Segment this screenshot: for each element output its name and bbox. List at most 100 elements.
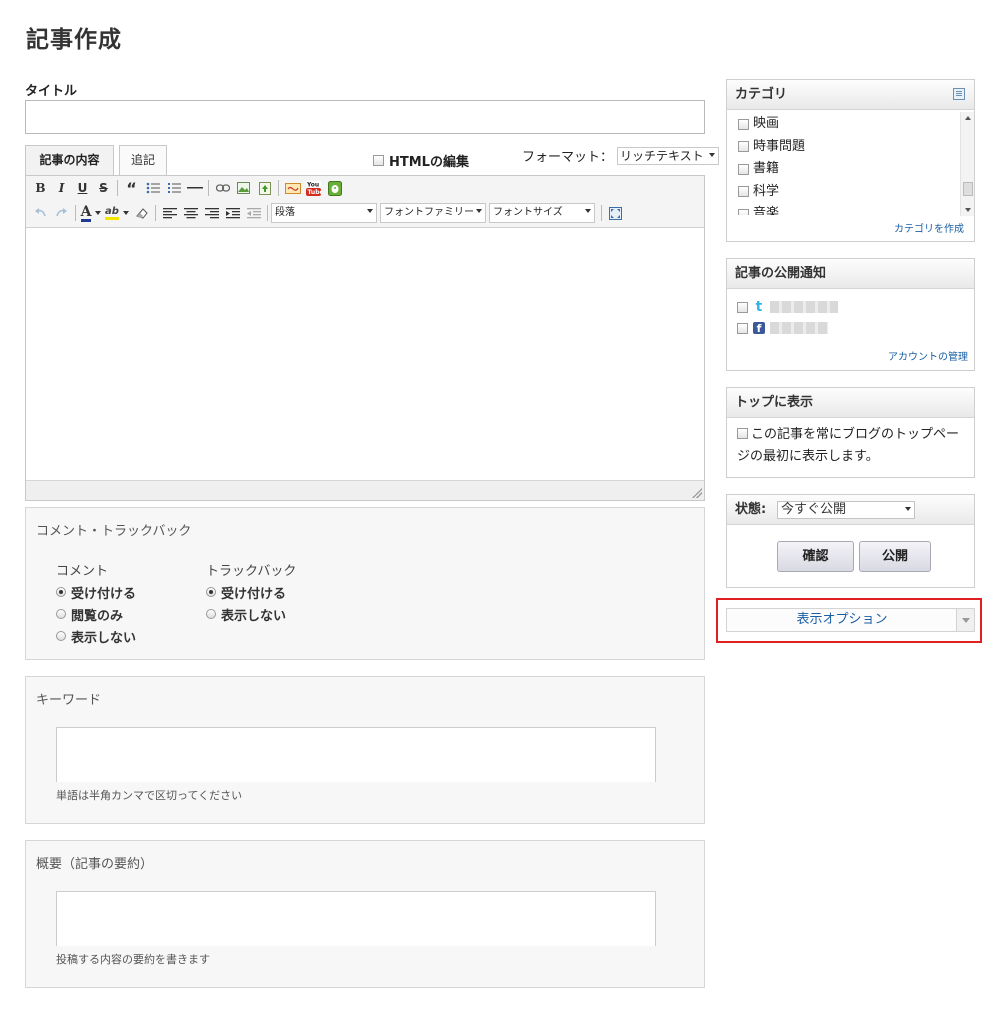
display-options-button[interactable]: 表示オプション <box>726 608 975 632</box>
tab-append[interactable]: 追記 <box>119 145 167 175</box>
category-checkbox[interactable] <box>738 208 749 215</box>
toolbar-row-1: B I U S “ You Tub <box>30 176 345 200</box>
category-item[interactable]: 音楽 <box>738 203 805 215</box>
align-left-icon <box>162 207 177 218</box>
facebook-checkbox[interactable] <box>737 322 748 334</box>
outdent-button[interactable] <box>243 203 264 223</box>
youtube-button[interactable]: YouTube <box>303 178 324 198</box>
category-list: 映画 時事問題 書籍 科学 音楽 <box>738 113 805 215</box>
scroll-thumb[interactable] <box>963 182 973 196</box>
html-edit-checkbox[interactable] <box>373 155 384 166</box>
clear-format-button[interactable] <box>131 203 152 223</box>
text-color-button[interactable]: A <box>79 203 93 223</box>
chevron-down-icon[interactable] <box>956 609 974 631</box>
category-checkbox[interactable] <box>738 141 749 153</box>
comment-option-hide[interactable]: 表示しない <box>56 625 136 647</box>
highlight-color-button[interactable]: ab <box>103 203 121 223</box>
radio-selected-icon[interactable] <box>56 587 66 597</box>
editor-content-area[interactable] <box>26 229 704 481</box>
resize-handle-icon[interactable] <box>692 488 702 498</box>
category-label: 科学 <box>753 183 780 199</box>
publish-notify-panel: 記事の公開通知 t f アカウントの管理 <box>726 258 975 371</box>
comment-option-accept[interactable]: 受け付ける <box>56 581 136 603</box>
underline-button[interactable]: U <box>72 178 93 198</box>
paragraph-select[interactable]: 段落 <box>271 203 377 223</box>
html-edit-label: HTMLの編集 <box>389 155 469 170</box>
create-category-link[interactable]: カテゴリを作成 <box>894 220 964 235</box>
trackback-option-label: 表示しない <box>221 608 287 624</box>
category-item[interactable]: 映画 <box>738 113 805 136</box>
manage-account-link[interactable]: アカウントの管理 <box>888 348 968 363</box>
fullscreen-icon <box>609 206 622 220</box>
confirm-button[interactable]: 確認 <box>777 541 854 572</box>
font-size-value: フォントサイズ <box>493 207 563 218</box>
category-item[interactable]: 科学 <box>738 181 805 204</box>
title-input[interactable] <box>25 100 705 134</box>
radio-icon[interactable] <box>56 609 66 619</box>
comment-option-view-only[interactable]: 閲覧のみ <box>56 603 136 625</box>
tab-article-content[interactable]: 記事の内容 <box>25 145 114 176</box>
toolbar-divider <box>75 205 76 221</box>
link-button[interactable] <box>212 178 233 198</box>
italic-button[interactable]: I <box>51 178 72 198</box>
category-checkbox[interactable] <box>738 163 749 175</box>
chevron-down-icon <box>905 507 911 511</box>
facebook-account-row[interactable]: f <box>737 322 828 335</box>
align-left-button[interactable] <box>159 203 180 223</box>
fullscreen-button[interactable] <box>605 203 626 223</box>
upload-button[interactable] <box>254 178 275 198</box>
state-select[interactable]: 今すぐ公開 <box>777 501 915 519</box>
bold-button[interactable]: B <box>30 178 51 198</box>
align-right-icon <box>204 207 219 218</box>
category-item[interactable]: 時事問題 <box>738 136 805 159</box>
format-select[interactable]: リッチテキスト <box>617 146 720 165</box>
blockquote-button[interactable]: “ <box>121 178 142 198</box>
bullet-list-button[interactable] <box>142 178 163 198</box>
numbered-list-icon <box>167 183 181 193</box>
align-right-button[interactable] <box>201 203 222 223</box>
top-display-title: トップに表示 <box>735 395 814 410</box>
html-edit-toggle[interactable]: HTMLの編集 <box>373 151 469 170</box>
radio-icon[interactable] <box>56 631 66 641</box>
summary-input[interactable] <box>56 891 656 946</box>
font-family-select[interactable]: フォントファミリー <box>380 203 486 223</box>
text-color-dropdown[interactable] <box>93 203 103 223</box>
indent-button[interactable] <box>222 203 243 223</box>
trackback-options-title: トラックバック <box>206 564 297 579</box>
scroll-down-icon[interactable] <box>965 208 971 212</box>
emoji-button[interactable] <box>282 178 303 198</box>
top-display-option[interactable]: この記事を常にブログのトップページの最初に表示します。 <box>737 424 969 468</box>
trackback-option-hide[interactable]: 表示しない <box>206 603 296 625</box>
evernote-icon <box>327 180 342 196</box>
list-icon[interactable] <box>953 88 965 100</box>
keyword-input[interactable] <box>56 727 656 782</box>
highlight-color-dropdown[interactable] <box>121 203 131 223</box>
image-button[interactable] <box>233 178 254 198</box>
evernote-button[interactable] <box>324 178 345 198</box>
category-scrollbar[interactable] <box>960 112 974 216</box>
category-checkbox[interactable] <box>738 118 749 130</box>
radio-selected-icon[interactable] <box>206 587 216 597</box>
twitter-checkbox[interactable] <box>737 301 748 313</box>
twitter-account-row[interactable]: t <box>737 300 838 314</box>
trackback-option-accept[interactable]: 受け付ける <box>206 581 296 603</box>
scroll-up-icon[interactable] <box>965 116 971 120</box>
category-checkbox[interactable] <box>738 186 749 198</box>
redo-button[interactable] <box>51 203 72 223</box>
publish-button[interactable]: 公開 <box>859 541 931 572</box>
horizontal-rule-button[interactable] <box>184 178 205 198</box>
strikethrough-button[interactable]: S <box>93 178 114 198</box>
undo-button[interactable] <box>30 203 51 223</box>
trackback-option-label: 受け付ける <box>221 586 287 602</box>
radio-icon[interactable] <box>206 609 216 619</box>
numbered-list-button[interactable] <box>163 178 184 198</box>
align-center-icon <box>183 207 198 218</box>
align-center-button[interactable] <box>180 203 201 223</box>
comment-options: コメント 受け付ける 閲覧のみ 表示しない <box>56 560 136 647</box>
top-display-checkbox[interactable] <box>737 428 748 439</box>
toolbar-divider <box>208 180 209 196</box>
font-size-select[interactable]: フォントサイズ <box>489 203 595 223</box>
eraser-icon <box>135 208 148 219</box>
category-item[interactable]: 書籍 <box>738 158 805 181</box>
image-icon <box>237 182 250 194</box>
